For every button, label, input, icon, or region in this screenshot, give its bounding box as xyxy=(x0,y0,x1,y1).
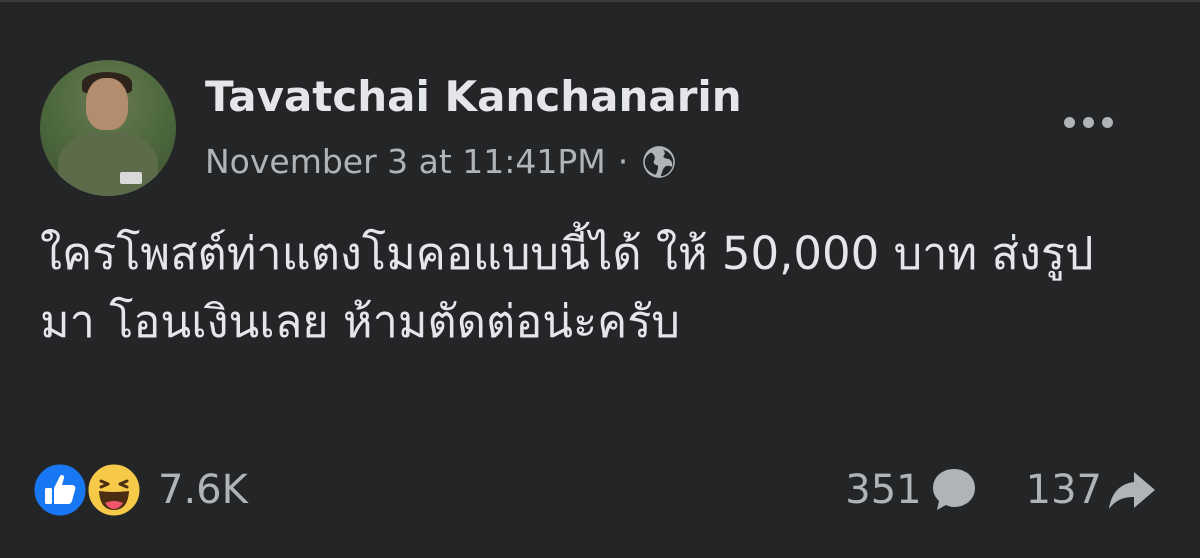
post-stats: 351 137 xyxy=(845,460,1160,520)
comment-icon xyxy=(932,469,975,510)
like-icon xyxy=(31,461,89,519)
post-text: ใครโพสต์ท่าแตงโมคอแบบนี้ได้ ให้ 50,000 บ… xyxy=(40,220,1170,356)
comments-button[interactable]: 351 xyxy=(845,462,981,518)
share-icon xyxy=(1109,472,1155,509)
author-avatar[interactable] xyxy=(40,60,176,196)
meta-separator: · xyxy=(617,142,629,181)
post-timestamp[interactable]: November 3 at 11:41PM xyxy=(205,142,606,181)
shares-button[interactable]: 137 xyxy=(1026,462,1160,518)
author-name[interactable]: Tavatchai Kanchanarin xyxy=(205,72,742,121)
post-text-line: มา โอนเงินเลย ห้ามตัดต่อน่ะครับ xyxy=(40,295,680,348)
reaction-count: 7.6K xyxy=(158,467,248,513)
facebook-post: Tavatchai Kanchanarin November 3 at 11:4… xyxy=(0,0,1200,558)
haha-icon xyxy=(85,461,143,519)
reactions-summary[interactable]: 7.6K xyxy=(30,458,248,522)
post-text-line: ใครโพสต์ท่าแตงโมคอแบบนี้ได้ ให้ 50,000 บ… xyxy=(40,227,1094,280)
globe-icon[interactable] xyxy=(640,143,678,181)
shares-count: 137 xyxy=(1025,467,1102,513)
post-meta: November 3 at 11:41PM · xyxy=(205,142,678,181)
comments-count: 351 xyxy=(845,467,922,513)
more-options-icon[interactable] xyxy=(1052,100,1124,144)
